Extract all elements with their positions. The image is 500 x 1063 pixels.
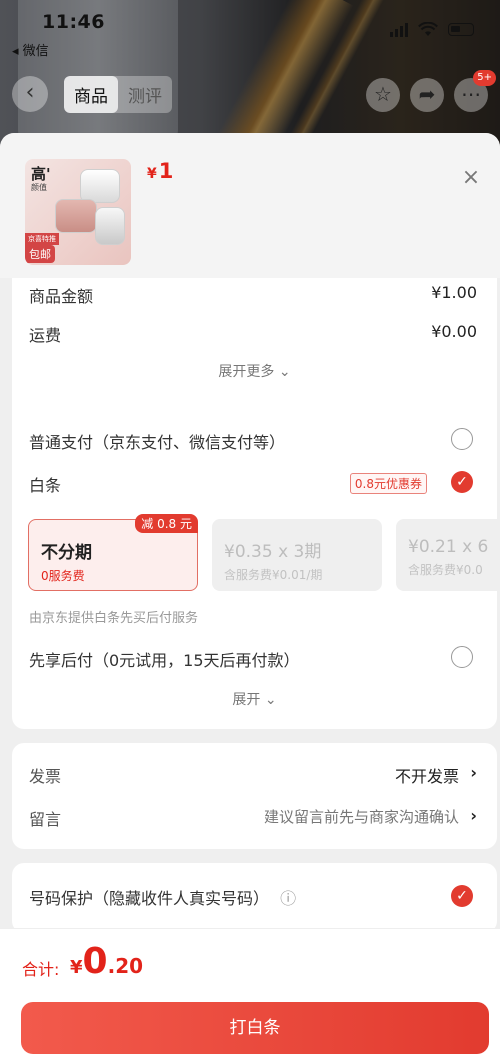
wifi-icon: [418, 22, 438, 36]
chevron-right-icon: ›: [470, 806, 477, 825]
shipping-label: 运费: [29, 326, 62, 345]
product-price: ¥1: [147, 159, 174, 183]
shipping-row: 运费 ¥0.00: [29, 322, 477, 346]
message-row[interactable]: 留言 建议留言前先与商家沟通确认 ›: [29, 806, 477, 830]
pay-with-baitiao-button[interactable]: 打白条: [21, 1002, 489, 1054]
share-icon[interactable]: ➦: [410, 78, 444, 112]
message-label: 留言: [29, 810, 62, 829]
number-protection-check-icon[interactable]: ✓: [451, 885, 473, 907]
checkout-sheet: 商品金额 ¥1.00 运费 ¥0.00 展开更多 ⌄ 高' 颜值 京喜特推 包邮…: [0, 133, 500, 1063]
expand-more-button[interactable]: 展开更多 ⌄: [12, 361, 497, 381]
payment-card: 普通支付（京东支付、微信支付等） 白条 0.8元优惠券 ✓ 不分期 0服务费 减…: [12, 407, 497, 729]
goods-amount-label: 商品金额: [29, 287, 94, 306]
coupon-badge[interactable]: 0.8元优惠券: [349, 473, 427, 494]
close-icon[interactable]: ×: [456, 163, 486, 193]
privacy-card: 号码保护（隐藏收件人真实号码） ⓘ ✓: [12, 863, 497, 933]
status-time: 11:46: [42, 11, 105, 33]
message-placeholder: 建议留言前先与商家沟通确认: [263, 808, 459, 826]
tab-goods[interactable]: 商品: [64, 76, 118, 113]
baitiao-check-icon[interactable]: ✓: [451, 471, 473, 493]
number-protection-label: 号码保护（隐藏收件人真实号码）: [29, 889, 270, 908]
plan-fee: 0服务费: [41, 569, 85, 583]
plan-title: ¥0.35 x 3期: [224, 542, 322, 562]
plan-fee: 含服务费¥0.0: [408, 563, 483, 577]
pay-later-row[interactable]: 先享后付（0元试用，15天后再付款）: [29, 647, 477, 671]
nav-tabs: 商品 测评: [64, 76, 172, 113]
tab-review[interactable]: 测评: [118, 76, 172, 113]
nav-actions: ☆ ➦ ⋯ 5+: [366, 70, 496, 112]
invoice-value: 不开发票: [394, 767, 459, 786]
back-to-app-link[interactable]: ◂ 微信: [12, 40, 49, 59]
plan-3-installments[interactable]: ¥0.35 x 3期 含服务费¥0.01/期: [212, 519, 382, 591]
plan-title: ¥0.21 x 6: [408, 537, 489, 557]
plan-fee: 含服务费¥0.01/期: [224, 568, 323, 582]
pay-later-label: 先享后付（0元试用，15天后再付款）: [29, 651, 300, 670]
thumb-title: 高': [31, 165, 51, 183]
checkout-footer: 合计: ¥0.20 打白条: [0, 928, 500, 1063]
total-label: 合计:: [22, 960, 60, 979]
plan-title: 不分期: [41, 543, 92, 563]
thumb-subtitle: 颜值: [31, 183, 47, 192]
battery-icon: [448, 23, 474, 36]
normal-pay-label: 普通支付（京东支付、微信支付等）: [29, 433, 286, 452]
invoice-card: 发票 不开发票 › 留言 建议留言前先与商家沟通确认 ›: [12, 743, 497, 849]
plan-no-installment[interactable]: 不分期 0服务费 减 0.8 元: [28, 514, 198, 591]
expand-button[interactable]: 展开 ⌄: [12, 689, 497, 709]
normal-pay-radio[interactable]: [451, 428, 473, 450]
baitiao-label: 白条: [29, 476, 62, 495]
thumb-tag: 京喜特推: [25, 233, 59, 245]
product-jar: [55, 199, 97, 233]
free-shipping-badge: 包邮: [25, 245, 55, 263]
goods-amount-row: 商品金额 ¥1.00: [29, 283, 477, 307]
status-bar: 11:46 ◂ 微信: [0, 0, 500, 59]
back-icon[interactable]: ‹: [12, 76, 48, 112]
more-badge: 5+: [473, 70, 496, 86]
total-amount: ¥0.20: [70, 941, 144, 982]
invoice-label: 发票: [29, 767, 62, 786]
info-icon[interactable]: ⓘ: [280, 889, 296, 908]
product-nav-bar: ‹ 商品 测评 ☆ ➦ ⋯ 5+: [0, 70, 500, 116]
product-jar: [80, 169, 120, 203]
product-thumbnail: 高' 颜值 京喜特推 包邮: [25, 159, 131, 265]
shipping-value: ¥0.00: [431, 322, 477, 341]
normal-pay-row[interactable]: 普通支付（京东支付、微信支付等）: [29, 429, 477, 453]
chevron-right-icon: ›: [470, 763, 477, 782]
more-icon[interactable]: ⋯ 5+: [454, 70, 496, 112]
pay-later-radio[interactable]: [451, 646, 473, 668]
signal-icon: [390, 22, 408, 37]
goods-amount-value: ¥1.00: [431, 283, 477, 302]
number-protection-row[interactable]: 号码保护（隐藏收件人真实号码） ⓘ: [29, 885, 477, 909]
star-icon[interactable]: ☆: [366, 78, 400, 112]
product-header: 高' 颜值 京喜特推 包邮 ¥1 ×: [0, 133, 500, 278]
invoice-row[interactable]: 发票 不开发票 ›: [29, 763, 477, 787]
plan-6-installments[interactable]: ¥0.21 x 6 含服务费¥0.0: [396, 519, 497, 591]
provider-note: 由京东提供白条先买后付服务: [29, 611, 199, 626]
product-jar: [95, 207, 125, 245]
discount-badge: 减 0.8 元: [135, 514, 198, 533]
status-icons: [390, 22, 474, 37]
